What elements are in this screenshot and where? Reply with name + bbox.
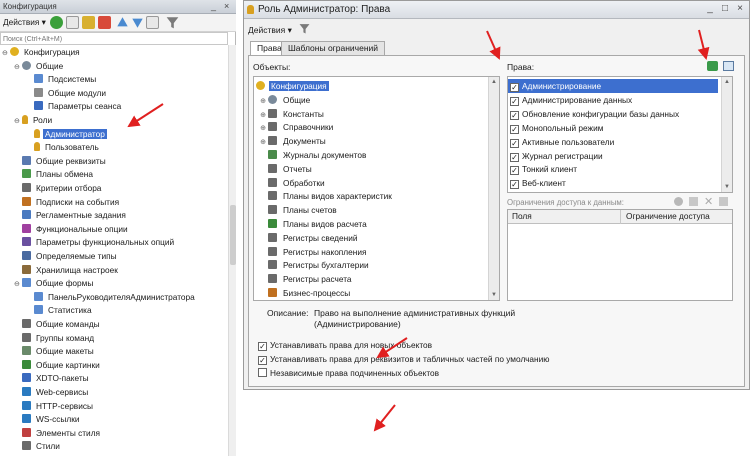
arrow-to-rights-buttons <box>697 29 710 60</box>
arrow-to-administrator <box>127 103 164 128</box>
annotation-arrows <box>127 29 710 432</box>
arrow-to-new-objects-checkbox <box>376 337 408 359</box>
arrow-to-independent-rights <box>373 404 396 432</box>
arrow-to-rights-label <box>486 30 501 60</box>
